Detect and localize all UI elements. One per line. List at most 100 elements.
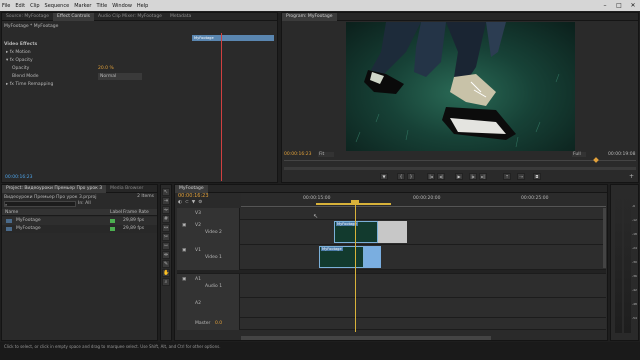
cursor-icon: ↖	[313, 213, 319, 220]
project-tabbar: Project: Видеоуроки Премьер Про урок 3 M…	[2, 184, 157, 193]
clip-v2-selected-gap[interactable]	[378, 221, 407, 243]
go-to-in-icon[interactable]: |◂	[427, 173, 435, 180]
lock-icon[interactable]: ▣	[182, 277, 186, 282]
slip-tool-icon[interactable]: ⇿	[162, 242, 170, 250]
menu-clip[interactable]: Clip	[30, 3, 39, 9]
clip-v1[interactable]: MyFootage	[319, 246, 364, 268]
close-icon[interactable]: ✕	[626, 0, 640, 11]
playhead-handle-icon[interactable]	[351, 200, 359, 204]
meter-right	[624, 193, 631, 333]
master-volume[interactable]: 0.0	[215, 321, 222, 326]
track-v1	[177, 245, 606, 270]
razor-tool-icon[interactable]: ✂	[162, 233, 170, 241]
playhead[interactable]	[355, 202, 356, 332]
rate-stretch-tool-icon[interactable]: ↔	[162, 224, 170, 232]
program-scrubber[interactable]	[284, 160, 636, 165]
menu-sequence[interactable]: Sequence	[45, 3, 70, 9]
program-timecode-in[interactable]: 00:00:16:23	[284, 152, 311, 157]
export-frame-icon[interactable]: ◘	[533, 173, 541, 180]
vertical-scrollbar[interactable]	[603, 208, 606, 268]
meter-left	[615, 193, 622, 333]
selection-tool-icon[interactable]: ↖	[162, 188, 170, 196]
extract-icon[interactable]: ⇢	[517, 173, 525, 180]
track-header-a2: A2	[177, 298, 240, 318]
ruler-tick: 00:00:20:00	[413, 196, 441, 201]
pen-tool-icon[interactable]: ✎	[162, 260, 170, 268]
quality-select[interactable]: Full	[572, 152, 586, 157]
mini-timeline-clip[interactable]: MyFootage	[192, 35, 274, 41]
go-to-out-icon[interactable]: ▸|	[479, 173, 487, 180]
effect-tabbar: Source: MyFootage Effect Controls Audio …	[2, 12, 277, 21]
items-count: 2 Items	[137, 194, 154, 199]
clip-v1-transition[interactable]	[364, 246, 381, 268]
col-label[interactable]: Label	[110, 210, 122, 215]
timeline-timecode[interactable]: 00:00:16:23	[178, 193, 209, 199]
list-item[interactable]: MyFootage 29,89 fps	[2, 225, 157, 233]
snap-icon[interactable]: ◐	[178, 200, 182, 205]
ripple-edit-tool-icon[interactable]: ⟛	[162, 206, 170, 214]
in-label: In: All	[78, 201, 91, 206]
settings-icon[interactable]: ⚙	[198, 200, 202, 205]
minimize-icon[interactable]: –	[598, 0, 612, 11]
tab-sequence[interactable]: MyFootage	[175, 184, 208, 193]
add-marker-icon[interactable]: ▼	[192, 200, 195, 205]
search-input[interactable]: ⌕	[4, 201, 76, 207]
col-fps[interactable]: Frame Rate	[123, 210, 149, 215]
ruler-tick: 00:00:15:00	[303, 196, 331, 201]
lift-icon[interactable]: ⇡	[503, 173, 511, 180]
rolling-edit-tool-icon[interactable]: #	[162, 215, 170, 223]
horizontal-scrollbar[interactable]	[241, 336, 491, 340]
in-select[interactable]: All	[85, 201, 91, 206]
effect-timecode[interactable]: 00:00:16:23	[5, 175, 32, 180]
time-ruler[interactable]: 00:00:15:00 00:00:20:00 00:00:25:00	[241, 193, 606, 207]
hand-tool-icon[interactable]: ✋	[162, 269, 170, 277]
tab-metadata[interactable]: Metadata	[166, 13, 195, 21]
marker-icon[interactable]: ▼	[380, 173, 388, 180]
slide-tool-icon[interactable]: ⇼	[162, 251, 170, 259]
step-forward-icon[interactable]: |▸	[469, 173, 477, 180]
mini-playhead[interactable]	[221, 33, 222, 181]
linked-selection-icon[interactable]: ⊂	[185, 200, 189, 205]
list-item[interactable]: MyFootage 29,89 fps	[2, 217, 157, 225]
opacity-param: Opacity 20.0 %	[12, 65, 114, 72]
menu-window[interactable]: Window	[112, 3, 132, 9]
status-bar: Click to select, or click in empty space…	[0, 342, 640, 360]
tab-project[interactable]: Project: Видеоуроки Премьер Про урок 3	[2, 184, 107, 193]
tab-audio-mixer[interactable]: Audio Clip Mixer: MyFootage	[94, 13, 166, 21]
zoom-tool-icon[interactable]: ⌕	[162, 278, 170, 286]
lock-icon[interactable]: ▣	[182, 223, 186, 228]
step-back-icon[interactable]: ◂|	[437, 173, 445, 180]
motion-effect[interactable]: ▸ fx Motion	[6, 49, 31, 56]
track-header-v2: V2 Video 2 ▣	[177, 220, 240, 245]
track-select-tool-icon[interactable]: ⇥	[162, 197, 170, 205]
timeline-tabbar: MyFootage	[175, 184, 607, 193]
maximize-icon[interactable]: □	[612, 0, 626, 11]
mark-in-icon[interactable]: {	[397, 173, 405, 180]
play-icon[interactable]: ▶	[455, 173, 463, 180]
tab-effect-controls[interactable]: Effect Controls	[53, 12, 95, 21]
menu-file[interactable]: File	[2, 3, 10, 9]
menu-title[interactable]: Title	[96, 3, 107, 9]
tab-source[interactable]: Source: MyFootage	[2, 13, 53, 21]
menu-edit[interactable]: Edit	[15, 3, 25, 9]
blend-mode-select[interactable]: Normal	[98, 73, 142, 80]
clip-v2[interactable]: MyFootage	[334, 221, 378, 243]
tab-program[interactable]: Program: MyFootage	[282, 12, 337, 21]
track-area: V3 V2 Video 2 ▣ V1 Video 1 ▣ A1 Audio 1 …	[177, 208, 606, 338]
time-remap-effect[interactable]: ▸ fx Time Remapping	[6, 81, 53, 88]
menu-help[interactable]: Help	[137, 3, 148, 9]
tab-media-browser[interactable]: Media Browser	[106, 185, 147, 193]
zoom-bar[interactable]	[284, 167, 636, 170]
fit-select[interactable]: Fit	[318, 152, 334, 157]
track-master	[177, 318, 606, 330]
opacity-value[interactable]: 20.0 %	[98, 65, 114, 72]
lock-icon[interactable]: ▣	[182, 248, 186, 253]
track-name: Audio 1	[205, 284, 223, 289]
add-button-icon[interactable]: +	[629, 173, 634, 180]
menu-marker[interactable]: Marker	[74, 3, 91, 9]
mark-out-icon[interactable]: }	[407, 173, 415, 180]
fx-icon: ▸ fx	[6, 50, 16, 55]
col-name[interactable]: Name	[5, 210, 18, 215]
opacity-effect[interactable]: ▾ fx Opacity	[6, 57, 33, 64]
track-a2	[177, 298, 606, 318]
